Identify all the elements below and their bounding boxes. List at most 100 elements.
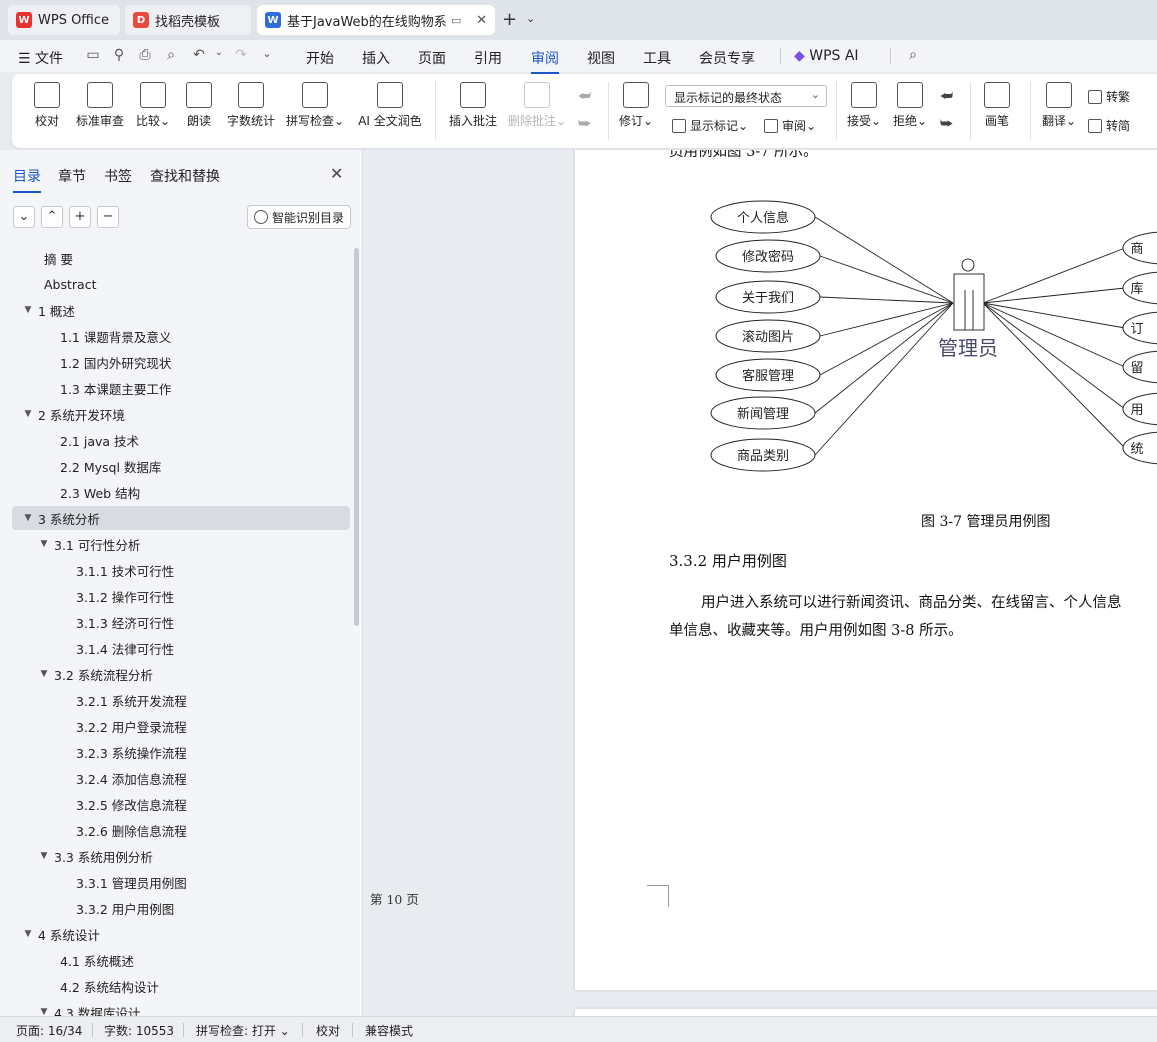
collapse-up-button[interactable]: ⌃ bbox=[41, 206, 63, 228]
toc-item[interactable]: 1.3 本课题主要工作 bbox=[12, 376, 350, 400]
tab-toc[interactable]: 目录 bbox=[13, 166, 41, 193]
tab-wps-office[interactable]: W WPS Office bbox=[8, 5, 120, 35]
toc-item[interactable]: 2.1 java 技术 bbox=[12, 428, 350, 452]
menu-page[interactable]: 页面 bbox=[418, 48, 446, 68]
menu-wps-ai[interactable]: ◆ WPS AI bbox=[794, 48, 859, 64]
translate-button[interactable]: 翻译⌄ bbox=[1040, 82, 1078, 129]
reject-button[interactable]: 拒绝⌄ bbox=[892, 82, 928, 129]
new-doc-icon[interactable]: ▭ bbox=[84, 47, 102, 65]
accept-button[interactable]: 接受⌄ bbox=[846, 82, 882, 129]
print-icon[interactable]: ⎙ bbox=[136, 47, 154, 65]
markup-display-select[interactable]: 显示标记的最终状态 ⌄ bbox=[665, 85, 827, 107]
toc-item[interactable]: 4.2 系统结构设计 bbox=[12, 974, 350, 998]
toc-item[interactable]: 3.1.2 操作可行性 bbox=[12, 584, 350, 608]
show-markup-button[interactable]: 显示标记 ⌄ bbox=[672, 117, 748, 134]
expand-toggle-icon[interactable]: ▼ bbox=[22, 513, 34, 523]
proofread-button[interactable]: 校对 bbox=[32, 82, 62, 129]
menu-view[interactable]: 视图 bbox=[587, 48, 615, 68]
delete-comment-button[interactable]: 删除批注⌄ bbox=[508, 82, 566, 129]
undo-icon[interactable]: ↶ bbox=[190, 47, 208, 65]
redo-icon[interactable]: ↷ bbox=[232, 47, 250, 65]
toc-item[interactable]: 2.2 Mysql 数据库 bbox=[12, 454, 350, 478]
menu-review[interactable]: 审阅 bbox=[531, 48, 559, 74]
spell-check-button[interactable]: 拼写检查⌄ bbox=[286, 82, 344, 129]
expand-toggle-icon[interactable]: ▼ bbox=[22, 929, 34, 939]
standard-review-button[interactable]: 标准审查 bbox=[74, 82, 126, 129]
expand-toggle-icon[interactable]: ▼ bbox=[22, 305, 34, 315]
menu-tools[interactable]: 工具 bbox=[643, 48, 671, 68]
file-menu[interactable]: ☰ 文件 bbox=[18, 48, 63, 68]
toc-scrollbar[interactable] bbox=[354, 248, 359, 626]
toc-item[interactable]: 3.2.5 修改信息流程 bbox=[12, 792, 350, 816]
toc-item[interactable]: ▼ 4 系统设计 bbox=[12, 922, 350, 946]
expand-toggle-icon[interactable]: ▼ bbox=[38, 1007, 50, 1016]
monitor-icon[interactable]: ▭ bbox=[451, 14, 461, 27]
toc-item[interactable]: 3.2.6 删除信息流程 bbox=[12, 818, 350, 842]
previous-change-icon[interactable]: ⮨ bbox=[940, 88, 953, 104]
expand-toggle-icon[interactable]: ▼ bbox=[38, 851, 50, 861]
revise-button[interactable]: 修订⌄ bbox=[618, 82, 654, 129]
toc-item[interactable]: 3.3.2 用户用例图 bbox=[12, 896, 350, 920]
print-preview-icon[interactable]: ⌕ bbox=[162, 47, 180, 65]
toc-item[interactable]: 3.2.3 系统操作流程 bbox=[12, 740, 350, 764]
toc-item[interactable]: 2.3 Web 结构 bbox=[12, 480, 350, 504]
expand-down-button[interactable]: ⌄ bbox=[13, 206, 35, 228]
menu-insert[interactable]: 插入 bbox=[362, 48, 390, 68]
toc-item[interactable]: ▼ 1 概述 bbox=[12, 298, 350, 322]
tab-bookmark[interactable]: 书签 bbox=[104, 166, 132, 186]
toc-item[interactable]: ▼ 3 系统分析 bbox=[12, 506, 350, 530]
toc-item[interactable]: 3.2.4 添加信息流程 bbox=[12, 766, 350, 790]
chevron-down-icon[interactable]: ⌄ bbox=[526, 12, 535, 25]
tab-chapter[interactable]: 章节 bbox=[58, 166, 86, 186]
compare-button[interactable]: 比较⌄ bbox=[134, 82, 172, 129]
to-simplified-button[interactable]: 转简 bbox=[1088, 117, 1130, 134]
toc-item[interactable]: 3.1.4 法律可行性 bbox=[12, 636, 350, 660]
spell-check-indicator[interactable]: 拼写检查: 打开 ⌄ bbox=[196, 1022, 290, 1039]
more-chevron-icon[interactable]: ⌄ bbox=[258, 47, 276, 65]
new-tab-icon[interactable]: + bbox=[502, 9, 517, 30]
menu-start[interactable]: 开始 bbox=[306, 48, 334, 68]
link-icon[interactable]: ⚲ bbox=[110, 47, 128, 65]
next-change-icon[interactable]: ⮩ bbox=[940, 116, 953, 132]
toc-item[interactable]: 1.1 课题背景及意义 bbox=[12, 324, 350, 348]
toc-item[interactable]: ▼ 4.3 数据库设计 bbox=[12, 1000, 350, 1017]
word-count-button[interactable]: 字数统计 bbox=[226, 82, 276, 129]
toc-item[interactable]: 摘 要 bbox=[12, 246, 350, 270]
remove-heading-button[interactable]: − bbox=[97, 206, 119, 228]
toc-item[interactable]: 1.2 国内外研究现状 bbox=[12, 350, 350, 374]
menu-member[interactable]: 会员专享 bbox=[699, 48, 755, 68]
toc-item[interactable]: Abstract bbox=[12, 272, 350, 296]
toc-item[interactable]: 3.2.1 系统开发流程 bbox=[12, 688, 350, 712]
toc-item[interactable]: 3.3.1 管理员用例图 bbox=[12, 870, 350, 894]
page-indicator[interactable]: 页面: 16/34 bbox=[16, 1022, 82, 1039]
menu-reference[interactable]: 引用 bbox=[474, 48, 502, 68]
pen-button[interactable]: 画笔 bbox=[982, 82, 1012, 129]
expand-toggle-icon[interactable]: ▼ bbox=[38, 669, 50, 679]
tab-template[interactable]: D 找稻壳模板 bbox=[125, 5, 251, 35]
tab-find-replace[interactable]: 查找和替换 bbox=[150, 166, 220, 186]
undo-chevron-icon[interactable]: ⌄ bbox=[210, 47, 228, 65]
toc-item[interactable]: 3.1.1 技术可行性 bbox=[12, 558, 350, 582]
close-pane-icon[interactable]: ✕ bbox=[330, 164, 343, 183]
expand-toggle-icon[interactable]: ▼ bbox=[22, 409, 34, 419]
ai-polish-button[interactable]: AI 全文润色 bbox=[356, 82, 424, 129]
toc-item[interactable]: 4.1 系统概述 bbox=[12, 948, 350, 972]
next-comment-icon[interactable]: ⮩ bbox=[578, 116, 591, 132]
toc-item[interactable]: ▼ 3.1 可行性分析 bbox=[12, 532, 350, 556]
read-aloud-button[interactable]: 朗读 bbox=[184, 82, 214, 129]
add-heading-button[interactable]: + bbox=[69, 206, 91, 228]
toc-item[interactable]: ▼ 3.3 系统用例分析 bbox=[12, 844, 350, 868]
expand-toggle-icon[interactable]: ▼ bbox=[38, 539, 50, 549]
document-page[interactable]: 员用例如图 3-7 所示。 个人信息 修改密码 关于我们 滚动图片 客服管理 新闻管理 商品… bbox=[575, 150, 1157, 990]
toc-item[interactable]: ▼ 2 系统开发环境 bbox=[12, 402, 350, 426]
tab-document[interactable]: W 基于JavaWeb的在线购物系统 ▭ ✕ bbox=[257, 5, 495, 35]
previous-comment-icon[interactable]: ⮨ bbox=[578, 88, 591, 104]
toc-item[interactable]: 3.2.2 用户登录流程 bbox=[12, 714, 350, 738]
review-pane-button[interactable]: 审阅 ⌄ bbox=[764, 117, 816, 134]
toc-item[interactable]: 3.1.3 经济可行性 bbox=[12, 610, 350, 634]
smart-toc-button[interactable]: 智能识别目录 bbox=[247, 205, 351, 229]
proof-indicator[interactable]: 校对 bbox=[316, 1022, 340, 1039]
to-traditional-button[interactable]: 转繁 bbox=[1088, 88, 1130, 105]
search-icon[interactable]: ⌕ bbox=[904, 47, 922, 65]
insert-comment-button[interactable]: 插入批注 bbox=[448, 82, 498, 129]
